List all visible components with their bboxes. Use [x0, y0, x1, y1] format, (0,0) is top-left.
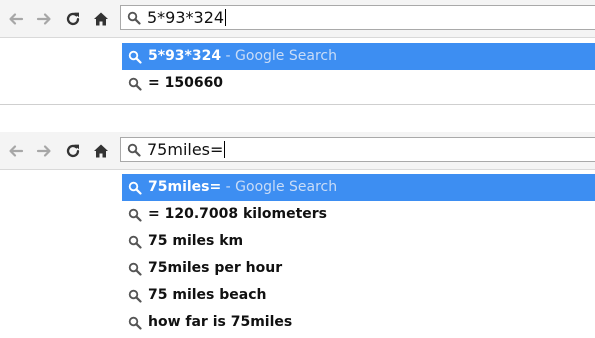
suggestion-item[interactable]: how far is 75miles [122, 309, 595, 336]
suggestion-text: 75 miles km [148, 233, 244, 249]
text-caret [224, 141, 226, 158]
suggestion-text: 75miles per hour [148, 260, 283, 276]
suggestion-search[interactable]: 75miles= - Google Search [122, 174, 595, 201]
search-icon [128, 316, 142, 330]
search-icon [127, 11, 141, 25]
divider [0, 104, 595, 105]
suggestion-item[interactable]: 75 miles km [122, 228, 595, 255]
suggestion-text: 75miles= [148, 179, 222, 195]
search-icon [128, 208, 142, 222]
omnibox-input[interactable]: 5*93*324 [147, 8, 227, 28]
omnibox[interactable]: 75miles= [120, 137, 595, 162]
browser-toolbar: 75miles= [0, 132, 595, 170]
reload-icon[interactable] [62, 0, 84, 37]
search-icon [128, 77, 142, 91]
suggestion-hint: - Google Search [221, 48, 337, 64]
search-icon [128, 181, 142, 195]
omnibox[interactable]: 5*93*324 [120, 5, 595, 30]
suggestion-search[interactable]: 5*93*324 - Google Search [122, 43, 595, 70]
forward-icon[interactable] [33, 0, 55, 37]
search-icon [128, 235, 142, 249]
search-icon [127, 143, 141, 157]
suggestion-text: = 150660 [148, 75, 224, 91]
suggestion-item[interactable]: 75 miles beach [122, 282, 595, 309]
browser-toolbar: 5*93*324 [0, 0, 595, 38]
search-icon [128, 50, 142, 64]
omnibox-suggestions: 75miles= - Google Search = 120.7008 kilo… [122, 174, 595, 336]
home-icon[interactable] [90, 0, 112, 37]
suggestion-text: 75 miles beach [148, 287, 267, 303]
search-icon [128, 289, 142, 303]
suggestion-calculator-result[interactable]: = 150660 [122, 70, 595, 97]
search-icon [128, 262, 142, 276]
suggestion-text: = 120.7008 kilometers [148, 206, 328, 222]
forward-icon[interactable] [33, 132, 55, 169]
back-icon[interactable] [5, 0, 27, 37]
omnibox-suggestions: 5*93*324 - Google Search = 150660 [122, 43, 595, 97]
suggestion-item[interactable]: 75miles per hour [122, 255, 595, 282]
suggestion-conversion-result[interactable]: = 120.7008 kilometers [122, 201, 595, 228]
reload-icon[interactable] [62, 132, 84, 169]
text-caret [225, 9, 227, 26]
suggestion-text: how far is 75miles [148, 314, 293, 330]
omnibox-value: 5*93*324 [147, 8, 225, 27]
suggestion-text: 5*93*324 [148, 48, 222, 64]
home-icon[interactable] [90, 132, 112, 169]
omnibox-input[interactable]: 75miles= [147, 140, 226, 160]
omnibox-value: 75miles= [147, 140, 224, 159]
suggestion-hint: - Google Search [221, 179, 338, 195]
back-icon[interactable] [5, 132, 27, 169]
